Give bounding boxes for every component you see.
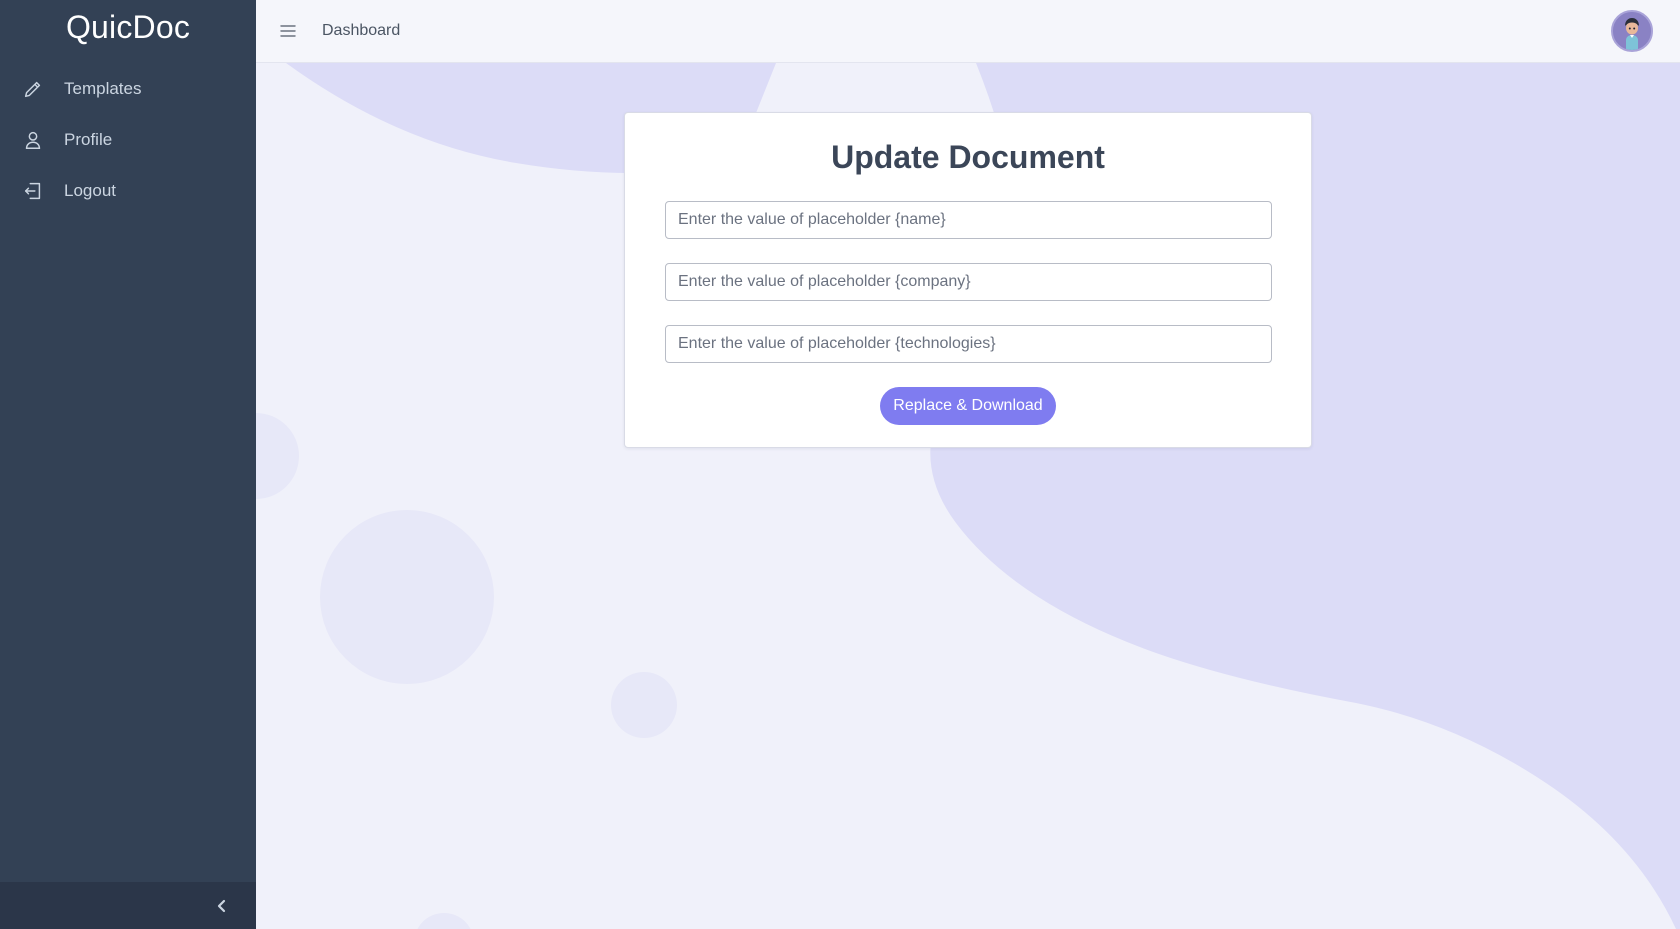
chevron-left-icon[interactable] — [210, 894, 234, 918]
page-title: Dashboard — [322, 22, 401, 39]
logout-icon — [22, 180, 44, 202]
main-content: Update Document Replace & Download — [256, 63, 1680, 929]
sidebar-item-profile[interactable]: Profile — [0, 114, 256, 165]
app-root: QuicDoc Templates Profile Logout Dashboa… — [0, 0, 1680, 929]
sidebar-nav: Templates Profile Logout — [0, 63, 256, 216]
button-row: Replace & Download — [625, 387, 1311, 425]
hamburger-menu-icon[interactable] — [278, 21, 298, 41]
user-icon — [22, 129, 44, 151]
top-header: Dashboard — [256, 0, 1680, 63]
pencil-icon — [22, 78, 44, 100]
update-document-card: Update Document Replace & Download — [624, 112, 1312, 448]
sidebar-item-logout[interactable]: Logout — [0, 165, 256, 216]
replace-download-button[interactable]: Replace & Download — [880, 387, 1056, 425]
avatar[interactable] — [1611, 10, 1653, 52]
sidebar-footer — [0, 882, 256, 929]
technologies-field[interactable] — [665, 325, 1272, 363]
sidebar-item-label: Profile — [64, 129, 113, 149]
sidebar-item-label: Logout — [64, 180, 116, 200]
sidebar-item-templates[interactable]: Templates — [0, 63, 256, 114]
name-field[interactable] — [665, 201, 1272, 239]
sidebar: QuicDoc Templates Profile Logout — [0, 0, 256, 929]
card-title: Update Document — [831, 139, 1105, 175]
company-field[interactable] — [665, 263, 1272, 301]
sidebar-item-label: Templates — [64, 78, 142, 98]
brand-logo[interactable]: QuicDoc — [0, 0, 256, 54]
